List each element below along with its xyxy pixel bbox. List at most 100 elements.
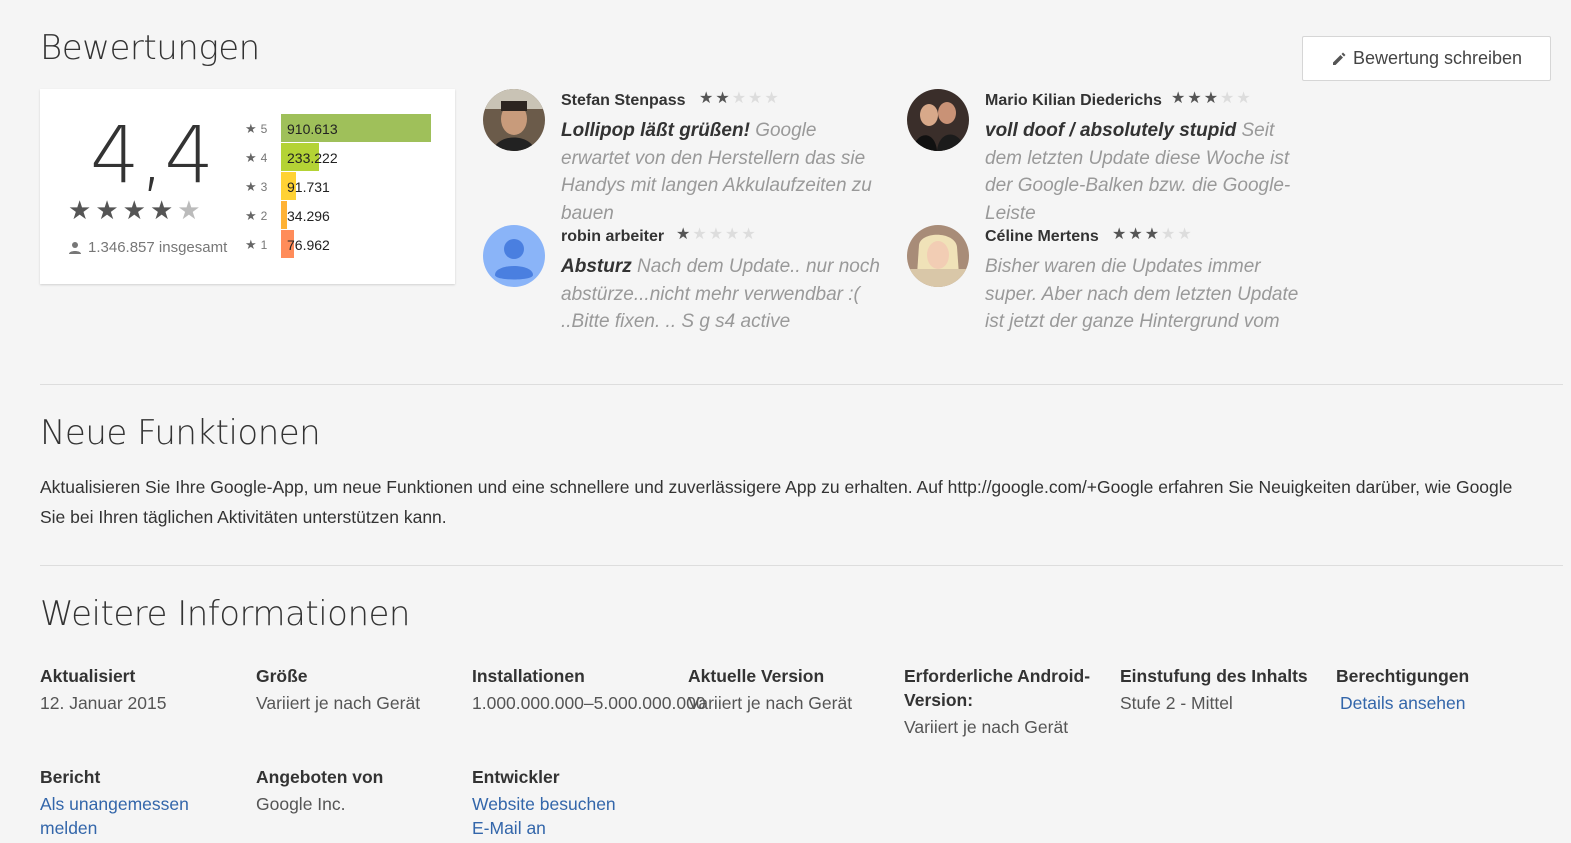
star-icon: ★	[245, 120, 257, 136]
star-icon: ★	[1128, 226, 1143, 243]
info-developer: Entwickler Website besuchen E-Mail an	[472, 765, 682, 840]
permissions-details-link[interactable]: Details ansehen	[1336, 691, 1546, 715]
histogram-value: 34.296	[287, 208, 330, 224]
half-star-icon: ★	[177, 195, 201, 225]
whats-new-text: Aktualisieren Sie Ihre Google-App, um ne…	[40, 477, 1513, 527]
star-icon: ★	[68, 195, 92, 225]
empty-star-icon: ★	[1161, 226, 1176, 243]
info-offered-by: Angeboten von Google Inc.	[256, 765, 466, 816]
person-icon	[69, 241, 81, 254]
histogram-label: ★ 5	[245, 121, 280, 137]
star-icon: ★	[149, 195, 174, 225]
rating-histogram: ★ 5 910.613 ★ 4 233.222 ★ 3 91.731 ★ 2 34.296 ★ 1 76.9…	[245, 114, 445, 259]
reviewer-avatar[interactable]	[483, 89, 545, 151]
developer-website-link[interactable]: Website besuchen	[472, 792, 682, 816]
histogram-row: ★ 3 91.731	[245, 172, 445, 201]
histogram-label: ★ 3	[245, 179, 280, 195]
info-installs: Installationen 1.000.000.000–5.000.000.0…	[472, 664, 706, 715]
average-stars: ★ ★ ★ ★ ★	[68, 197, 201, 223]
info-title: Aktualisiert	[40, 666, 136, 686]
review-stars: ★ ★ ★ ★ ★	[676, 227, 756, 243]
review-title: Absturz	[561, 256, 632, 277]
empty-star-icon: ★	[725, 226, 740, 243]
review-text: Bisher waren die Updates immer super. Ab…	[985, 256, 1299, 332]
empty-star-icon: ★	[708, 226, 724, 243]
info-value: 12. Januar 2015	[40, 693, 167, 713]
empty-star-icon: ★	[1177, 226, 1192, 243]
star-icon: ★	[1112, 226, 1127, 243]
empty-star-icon: ★	[748, 90, 763, 107]
review-body: Bisher waren die Updates immer super. Ab…	[985, 253, 1305, 336]
reviewer-name: Mario Kilian Diederichs	[985, 92, 1162, 109]
info-size: Größe Variiert je nach Gerät	[256, 664, 466, 715]
reviewer-avatar[interactable]	[483, 225, 545, 287]
info-title: Größe	[256, 666, 308, 686]
star-icon: ★	[1203, 90, 1219, 107]
developer-email-link[interactable]: E-Mail an	[472, 816, 682, 840]
histogram-star-count: 1	[260, 237, 268, 252]
whats-new-heading: Neue Funktionen	[40, 413, 321, 453]
review-stars: ★ ★ ★ ★ ★	[699, 91, 779, 107]
info-value: Google Inc.	[256, 794, 346, 814]
histogram-star-count: 2	[260, 208, 268, 223]
average-score: 4,4	[90, 111, 215, 201]
info-report: Bericht Als unangemessen melden	[40, 765, 210, 840]
star-icon: ★	[245, 236, 257, 252]
info-title: Angeboten von	[256, 767, 384, 787]
info-android-version: Erforderliche Android-Version: Variiert …	[904, 664, 1094, 739]
histogram-row: ★ 4 233.222	[245, 143, 445, 172]
info-version: Aktuelle Version Variiert je nach Gerät	[688, 664, 898, 715]
histogram-row: ★ 2 34.296	[245, 201, 445, 230]
info-title: Entwickler	[472, 767, 560, 787]
reviewer-name: Stefan Stenpass	[561, 92, 686, 109]
histogram-value: 91.731	[287, 179, 330, 195]
star-icon: ★	[1144, 226, 1160, 243]
histogram-value: 233.222	[287, 150, 338, 166]
reviewer-name: Céline Mertens	[985, 228, 1099, 245]
review-title: voll doof / absolutely stupid	[985, 120, 1237, 141]
reviewer-name: robin arbeiter	[561, 228, 665, 245]
report-link[interactable]: Als unangemessen melden	[40, 792, 210, 840]
info-title: Installationen	[472, 666, 585, 686]
review-title: Lollipop läßt grüßen!	[561, 120, 750, 141]
empty-star-icon: ★	[764, 90, 779, 107]
write-review-button[interactable]: Bewertung schreiben	[1302, 36, 1551, 81]
review-stars: ★ ★ ★ ★ ★	[1171, 91, 1251, 107]
histogram-value: 76.962	[287, 237, 330, 253]
histogram-star-count: 5	[260, 121, 268, 136]
info-value: 1.000.000.000–5.000.000.000	[472, 693, 706, 713]
star-icon: ★	[676, 226, 691, 243]
star-icon: ★	[95, 195, 119, 225]
histogram-row: ★ 5 910.613	[245, 114, 445, 143]
info-title: Berechtigungen	[1336, 666, 1470, 686]
star-icon: ★	[245, 207, 257, 223]
info-updated: Aktualisiert 12. Januar 2015	[40, 664, 250, 715]
star-icon: ★	[245, 178, 257, 194]
section-divider	[40, 384, 1563, 385]
reviewer-avatar[interactable]	[907, 225, 969, 287]
histogram-star-count: 4	[260, 150, 268, 165]
rating-summary-card: 4,4 ★ ★ ★ ★ ★ 1.346.857 insgesamt ★ 5 910.…	[40, 89, 455, 284]
review-stars: ★ ★ ★ ★ ★	[1112, 227, 1192, 243]
star-icon: ★	[1187, 90, 1202, 107]
star-icon: ★	[122, 195, 146, 225]
star-icon: ★	[1171, 90, 1186, 107]
info-title: Einstufung des Inhalts	[1120, 666, 1308, 686]
histogram-row: ★ 1 76.962	[245, 230, 445, 259]
info-value: Variiert je nach Gerät	[904, 717, 1069, 737]
empty-star-icon: ★	[1236, 90, 1251, 107]
histogram-star-count: 3	[260, 179, 268, 194]
ratings-heading: Bewertungen	[40, 28, 260, 68]
write-review-label: Bewertung schreiben	[1352, 48, 1523, 68]
info-title: Aktuelle Version	[688, 666, 825, 686]
empty-star-icon: ★	[731, 90, 747, 107]
empty-star-icon: ★	[741, 226, 756, 243]
reviewer-avatar[interactable]	[907, 89, 969, 151]
info-title: Erforderliche Android-Version:	[904, 666, 1091, 710]
pencil-icon	[1332, 52, 1346, 65]
histogram-label: ★ 1	[245, 237, 280, 253]
star-icon: ★	[715, 90, 730, 107]
histogram-value: 910.613	[287, 121, 338, 137]
info-title: Bericht	[40, 767, 101, 787]
total-ratings: 1.346.857 insgesamt	[68, 239, 227, 256]
